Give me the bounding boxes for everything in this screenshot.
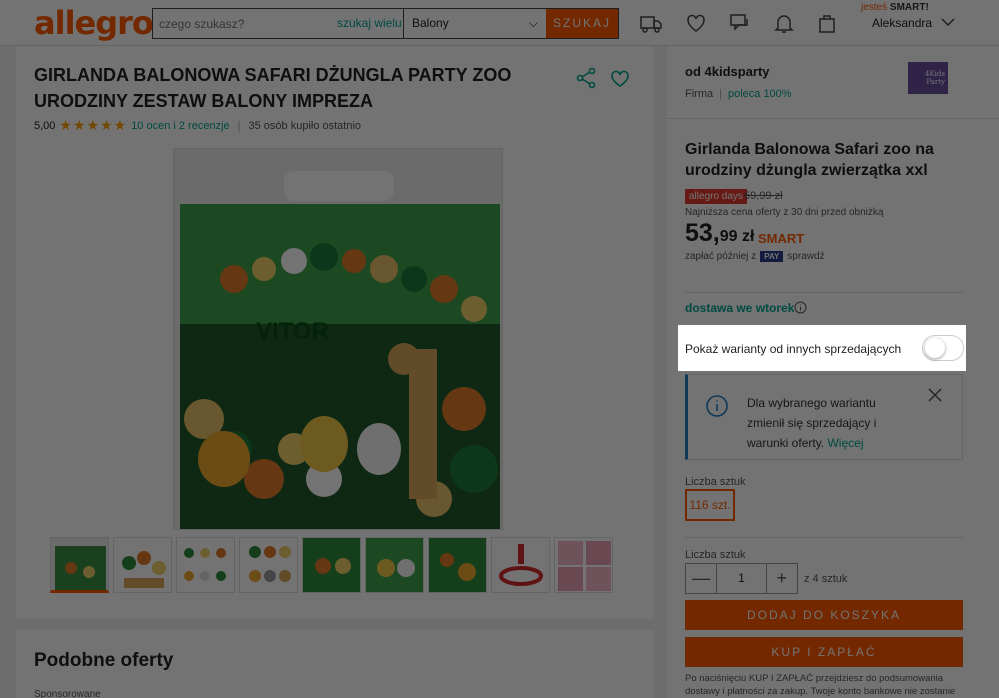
allegro-logo[interactable]: allegro	[34, 4, 154, 42]
sponsored-label: Sponsorowane	[34, 689, 101, 698]
thumbnail[interactable]	[176, 537, 235, 593]
buy-now-button[interactable]: KUP I ZAPŁAĆ	[685, 637, 963, 667]
quantity-input[interactable]: 1	[716, 564, 767, 593]
product-main-image[interactable]: VITOR	[173, 148, 503, 530]
thumbnail[interactable]	[50, 537, 109, 593]
separator: |	[237, 119, 241, 132]
divider	[685, 292, 963, 293]
legal-note: Po naciśnięciu KUP I ZAPŁAĆ przejdziesz …	[685, 673, 956, 697]
seller-meta: Firma | poleca 100%	[685, 88, 792, 100]
old-price: 59,99 zł	[744, 190, 783, 202]
category-value: Balony	[412, 16, 449, 30]
pay-logo: PAY	[760, 251, 784, 262]
bell-icon[interactable]	[772, 11, 796, 35]
chevron-down-icon[interactable]	[940, 14, 956, 30]
seller-recommend[interactable]: poleca 100%	[728, 88, 792, 100]
separator: |	[719, 88, 722, 100]
divider	[667, 118, 999, 119]
smart-label: SMART!	[889, 2, 929, 13]
rating-row: 5,00 ★★★★★ 10 ocen i 2 recenzje | 35 osó…	[34, 117, 361, 134]
smart-prefix: jesteś	[861, 2, 888, 13]
other-sellers-toggle[interactable]	[922, 335, 964, 361]
variant-option[interactable]: 116 szt.	[685, 489, 735, 521]
toggle-label: Pokaż warianty od innych sprzedających	[685, 342, 902, 356]
quantity-label: Liczba sztuk	[685, 549, 746, 561]
add-to-cart-button[interactable]: DODAJ DO KOSZYKA	[685, 600, 963, 630]
toggle-knob	[925, 338, 945, 358]
image-name-text: VITOR	[256, 318, 329, 345]
user-name[interactable]: Aleksandra	[872, 16, 932, 30]
thumbnail[interactable]	[428, 537, 487, 593]
thumbnail[interactable]	[365, 537, 424, 593]
pay-later-check[interactable]: sprawdź	[787, 251, 824, 262]
smart-status: jesteś SMART!	[861, 2, 929, 13]
delivery-truck-icon[interactable]	[639, 11, 663, 35]
smart-logo: SMART	[758, 231, 804, 246]
seller-type: Firma	[685, 88, 714, 100]
quantity-stepper: — 1 +	[685, 563, 798, 594]
pay-later-prefix: zapłać później z	[685, 251, 757, 262]
search-button[interactable]: SZUKAJ	[546, 9, 618, 38]
category-select[interactable]: Balony ⌵	[403, 9, 546, 38]
price-cents: 99 zł	[719, 228, 755, 245]
reviews-link[interactable]: 10 ocen i 2 recenzje	[131, 120, 229, 132]
similar-offers-title: Podobne oferty	[34, 650, 174, 671]
price-main: 53,	[685, 219, 720, 247]
promo-badge: allegro days	[685, 189, 747, 204]
delivery-info: dostawa we wtorek	[685, 301, 795, 315]
heart-icon[interactable]	[684, 11, 708, 35]
favourite-heart-icon[interactable]	[609, 67, 631, 89]
close-icon[interactable]	[928, 388, 942, 402]
smart-logo-text: SMART	[758, 231, 805, 246]
thumbnail[interactable]	[239, 537, 298, 593]
pay-later-row: zapłać później z PAY sprawdź	[685, 251, 825, 262]
thumbnail[interactable]	[554, 537, 613, 593]
thumbnail[interactable]	[491, 537, 550, 593]
available-pieces: z 4 sztuk	[804, 573, 848, 585]
bought-count: 35 osób kupiło ostatnio	[248, 119, 362, 132]
more-link[interactable]: Więcej	[827, 436, 863, 450]
rating-stars: ★★★★★	[59, 117, 128, 133]
thumbnail-strip	[50, 537, 613, 593]
messages-icon[interactable]	[728, 11, 752, 35]
share-icon[interactable]	[575, 67, 597, 89]
info-circle-icon	[706, 395, 728, 417]
seller-name[interactable]: od 4kidsparty	[685, 64, 770, 79]
decrement-button[interactable]: —	[686, 564, 716, 593]
notice-text: Dla wybranego wariantu zmienił się sprze…	[747, 393, 897, 453]
variant-label: Liczba sztuk	[685, 476, 746, 488]
lowest-price-note: Najniższa cena oferty z 30 dni przed obn…	[685, 207, 884, 218]
top-header: allegro szukaj wielu Balony ⌵ SZUKAJ jes…	[0, 0, 999, 46]
search-many-link[interactable]: szukaj wielu	[333, 9, 403, 38]
info-icon[interactable]	[794, 301, 807, 314]
divider	[685, 537, 963, 538]
thumbnail[interactable]	[302, 537, 361, 593]
increment-button[interactable]: +	[767, 564, 797, 593]
product-photo: VITOR	[174, 149, 502, 529]
product-title: GIRLANDA BALONOWA SAFARI DŻUNGLA PARTY Z…	[34, 65, 512, 111]
search-bar: szukaj wielu Balony ⌵ SZUKAJ	[152, 8, 619, 39]
search-input[interactable]	[153, 9, 333, 38]
shopping-bag-icon[interactable]	[815, 11, 839, 35]
rating-value: 5,00	[34, 119, 56, 132]
offer-title: Girlanda Balonowa Safari zoo na urodziny…	[685, 141, 934, 179]
price: 53,99 zł	[685, 219, 754, 248]
seller-logo[interactable]: 4Kids Party	[908, 62, 948, 94]
chevron-down-icon: ⌵	[528, 16, 538, 30]
thumbnail[interactable]	[113, 537, 172, 593]
